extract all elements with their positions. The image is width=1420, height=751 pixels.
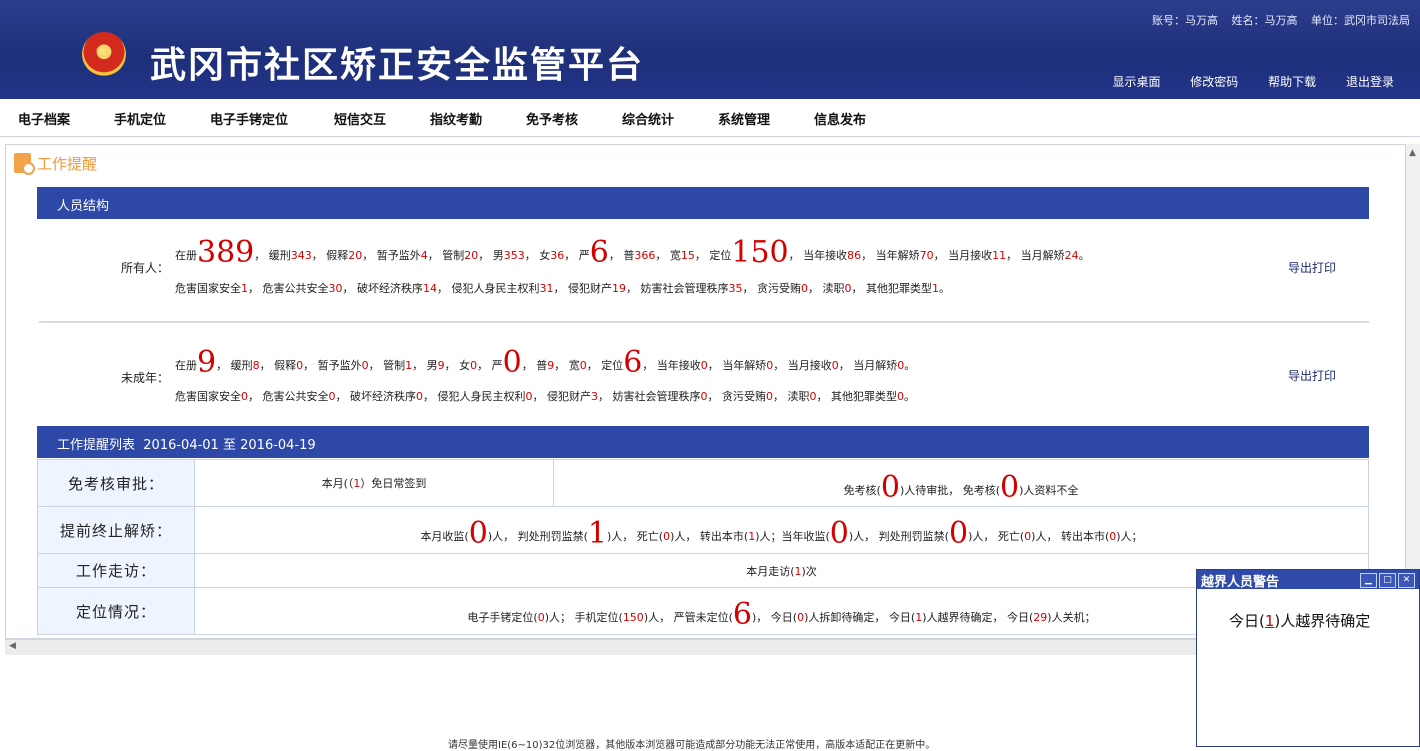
minor-located-count: 6 bbox=[623, 345, 643, 380]
logout-link[interactable]: 退出登录 bbox=[1346, 75, 1394, 89]
all-persons-label: 所有人： bbox=[121, 261, 170, 275]
unit-text: 单位：武冈市司法局 bbox=[1311, 14, 1410, 27]
table-row: 免考核审批： 本月(（1）免日常签到 免考核(0)人待审批， 免考核(0)人资料… bbox=[37, 459, 1369, 507]
popup-count-link[interactable]: 1 bbox=[1265, 612, 1275, 630]
clipboard-clock-icon bbox=[14, 153, 35, 175]
app-title: 武冈市社区矫正安全监管平台 bbox=[150, 45, 645, 86]
export-print-all-link[interactable]: 导出打印 bbox=[1288, 259, 1336, 276]
user-info: 账号：马万高 姓名：马万高 单位：武冈市司法局 bbox=[1142, 12, 1410, 28]
menu-item-exempt[interactable]: 免予考核 bbox=[526, 109, 578, 128]
minor-persons-label: 未成年： bbox=[121, 371, 170, 385]
strict-count: 6 bbox=[589, 235, 609, 270]
name-text: 姓名：马万高 bbox=[1231, 14, 1298, 27]
early-termination-label: 提前终止解矫： bbox=[37, 506, 195, 554]
section-divider bbox=[39, 321, 1369, 323]
reminder-table: 免考核审批： 本月(（1）免日常签到 免考核(0)人待审批， 免考核(0)人资料… bbox=[37, 459, 1369, 635]
minor-strict-count: 0 bbox=[502, 345, 522, 380]
minor-persons-line-1: 在册9， 缓刑8， 假释0， 暂予监外0， 管制1， 男9， 女0， 严0， 普… bbox=[175, 345, 916, 380]
menu-item-publish[interactable]: 信息发布 bbox=[814, 109, 866, 128]
menu-item-archive[interactable]: 电子档案 bbox=[18, 109, 70, 128]
table-row: 工作走访： 本月走访(1)次 bbox=[37, 553, 1369, 588]
minor-persons-line-2: 危害国家安全0， 危害公共安全0， 破坏经济秩序0， 侵犯人身民主权利0， 侵犯… bbox=[175, 390, 915, 403]
menu-item-phone-location[interactable]: 手机定位 bbox=[114, 109, 166, 128]
browser-notice: 请尽量使用IE(6~10)32位浏览器，其他版本浏览器可能造成部分功能无法正常使… bbox=[448, 740, 936, 751]
top-links: 显示桌面 修改密码 帮助下载 退出登录 bbox=[1086, 73, 1394, 90]
account-text: 账号：马万高 bbox=[1152, 14, 1218, 27]
menu-item-cuff-location[interactable]: 电子手铐定位 bbox=[210, 109, 288, 128]
change-password-link[interactable]: 修改密码 bbox=[1190, 75, 1238, 89]
minor-registered-count: 9 bbox=[197, 345, 217, 380]
exempt-incomplete-count[interactable]: 0 bbox=[1000, 470, 1019, 505]
registered-count: 389 bbox=[197, 235, 255, 270]
location-status-label: 定位情况： bbox=[37, 587, 195, 635]
panel-title: 工作提醒 bbox=[14, 153, 98, 175]
early-termination-cell: 本月收监(0)人， 判处刑罚监禁(1)人， 死亡(0)人， 转出本市(1)人；当… bbox=[194, 506, 1369, 554]
all-persons-section: 所有人： 在册389， 缓刑343， 假释20， 暂予监外4， 管制20， 男3… bbox=[37, 219, 1369, 320]
all-persons-line-2: 危害国家安全1， 危害公共安全30， 破坏经济秩序14， 侵犯人身民主权利31，… bbox=[175, 282, 950, 295]
table-row: 定位情况： 电子手铐定位(0)人； 手机定位(150)人， 严管未定位(6)， … bbox=[37, 587, 1369, 635]
maximize-icon[interactable]: □ bbox=[1379, 573, 1396, 588]
location-status-cell: 电子手铐定位(0)人； 手机定位(150)人， 严管未定位(6)， 今日(0)人… bbox=[194, 587, 1369, 635]
close-icon[interactable]: ✕ bbox=[1398, 573, 1415, 588]
date-to: 2016-04-19 bbox=[240, 438, 316, 453]
exempt-monthly-cell: 本月(（1）免日常签到 bbox=[194, 459, 554, 507]
menu-item-system[interactable]: 系统管理 bbox=[718, 109, 770, 128]
date-from: 2016-04-01 bbox=[143, 438, 219, 453]
boundary-warning-popup: 越界人员警告 ▁ □ ✕ 今日(1)人越界待确定 bbox=[1196, 569, 1420, 747]
national-emblem-icon bbox=[82, 32, 126, 76]
work-reminder-panel: 工作提醒 人员结构 所有人： 在册389， 缓刑343， 假释20， 暂予监外4… bbox=[5, 144, 1406, 639]
menu-item-statistics[interactable]: 综合统计 bbox=[622, 109, 674, 128]
help-download-link[interactable]: 帮助下载 bbox=[1268, 75, 1316, 89]
panel-title-text: 工作提醒 bbox=[37, 155, 98, 173]
header: 武冈市社区矫正安全监管平台 账号：马万高 姓名：马万高 单位：武冈市司法局 显示… bbox=[0, 0, 1420, 99]
main-menu: 电子档案 手机定位 电子手铐定位 短信交互 指纹考勤 免予考核 综合统计 系统管… bbox=[0, 99, 1420, 137]
scroll-left-icon[interactable]: ◀ bbox=[9, 641, 16, 651]
all-persons-line-1: 在册389， 缓刑343， 假释20， 暂予监外4， 管制20， 男353， 女… bbox=[175, 235, 1090, 270]
show-desktop-link[interactable]: 显示桌面 bbox=[1112, 75, 1160, 89]
menu-item-fingerprint[interactable]: 指纹考勤 bbox=[430, 109, 482, 128]
exempt-status-cell: 免考核(0)人待审批， 免考核(0)人资料不全 bbox=[553, 459, 1369, 507]
structure-header: 人员结构 bbox=[37, 187, 1369, 219]
minor-persons-section: 未成年： 在册9， 缓刑8， 假释0， 暂予监外0， 管制1， 男9， 女0， … bbox=[37, 325, 1369, 423]
minimize-icon[interactable]: ▁ bbox=[1360, 573, 1377, 588]
reminder-list-header: 工作提醒列表 2016-04-01 至 2016-04-19 bbox=[37, 426, 1369, 458]
located-count: 150 bbox=[731, 235, 789, 270]
export-print-minor-link[interactable]: 导出打印 bbox=[1288, 367, 1336, 384]
popup-message: 今日(1)人越界待确定 bbox=[1229, 612, 1371, 630]
menu-item-sms[interactable]: 短信交互 bbox=[334, 109, 386, 128]
work-visit-label: 工作走访： bbox=[37, 553, 195, 588]
table-row: 提前终止解矫： 本月收监(0)人， 判处刑罚监禁(1)人， 死亡(0)人， 转出… bbox=[37, 506, 1369, 554]
popup-window-buttons: ▁ □ ✕ bbox=[1358, 571, 1415, 588]
exempt-pending-count[interactable]: 0 bbox=[881, 470, 900, 505]
work-visit-cell: 本月走访(1)次 bbox=[194, 553, 1369, 588]
scroll-up-icon[interactable]: ▲ bbox=[1409, 148, 1416, 158]
reminder-list-title: 工作提醒列表 bbox=[57, 438, 136, 453]
exempt-approval-label: 免考核审批： bbox=[37, 459, 195, 507]
vertical-scrollbar[interactable]: ▲ bbox=[1406, 144, 1420, 639]
